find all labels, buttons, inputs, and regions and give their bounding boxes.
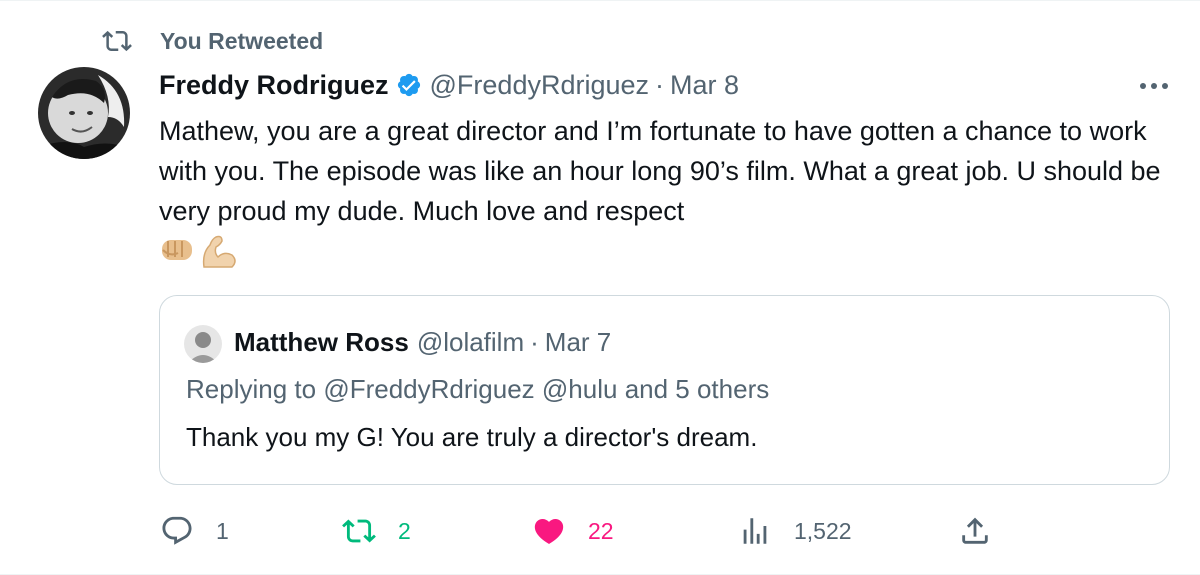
reply-count: 1	[216, 517, 229, 544]
tweet-text: Mathew, you are a great director and I’m…	[159, 116, 1161, 226]
retweet-action-icon	[342, 514, 376, 548]
replying-others[interactable]: and 5 others	[625, 374, 770, 404]
retweet-button[interactable]: 2	[342, 509, 411, 553]
replying-mentions[interactable]: @FreddyRdriguez @hulu	[323, 374, 617, 404]
social-context-label: You Retweeted	[160, 27, 324, 54]
tweet-header: Freddy Rodriguez @FreddyRdriguez · Mar 8	[159, 65, 739, 105]
action-bar: 1 2 22 1,522	[0, 509, 1200, 553]
views-button[interactable]: 1,522	[738, 509, 852, 553]
tweet-date[interactable]: Mar 8	[670, 70, 739, 101]
views-chart-icon	[738, 514, 772, 548]
retweet-icon	[102, 26, 132, 56]
tweet[interactable]: You Retweeted Freddy Rodriguez @FreddyRd…	[0, 0, 1200, 575]
avatar[interactable]	[38, 67, 130, 159]
views-count: 1,522	[794, 517, 852, 544]
quoted-text: Thank you my G! You are truly a director…	[186, 422, 758, 452]
heart-icon	[532, 514, 566, 548]
quoted-date[interactable]: Mar 7	[545, 327, 611, 358]
replying-to: Replying to @FreddyRdriguez @hulu and 5 …	[186, 374, 769, 405]
share-button[interactable]	[958, 509, 992, 553]
separator: ·	[655, 69, 665, 100]
quoted-avatar[interactable]	[184, 325, 222, 363]
quoted-header: Matthew Ross @lolafilm · Mar 7	[234, 324, 611, 360]
quoted-tweet[interactable]: Matthew Ross @lolafilm · Mar 7 Replying …	[159, 295, 1170, 485]
share-icon	[958, 514, 992, 548]
flexed-biceps-emoji	[200, 233, 238, 274]
quoted-author-name[interactable]: Matthew Ross	[234, 327, 409, 358]
social-context: You Retweeted	[102, 25, 323, 57]
reply-button[interactable]: 1	[160, 509, 229, 553]
verified-badge-icon[interactable]	[396, 72, 422, 98]
oncoming-fist-emoji	[160, 233, 194, 274]
like-button[interactable]: 22	[532, 509, 614, 553]
quoted-author-handle[interactable]: @lolafilm	[417, 327, 524, 358]
quoted-separator: ·	[530, 326, 539, 357]
author-handle[interactable]: @FreddyRdriguez	[430, 70, 650, 101]
retweet-count: 2	[398, 517, 411, 544]
replying-prefix: Replying to	[186, 374, 317, 404]
emoji-row	[160, 233, 238, 274]
like-count: 22	[588, 517, 614, 544]
reply-icon	[160, 514, 194, 548]
author-name[interactable]: Freddy Rodriguez	[159, 70, 389, 101]
more-options-icon[interactable]	[1134, 73, 1174, 99]
